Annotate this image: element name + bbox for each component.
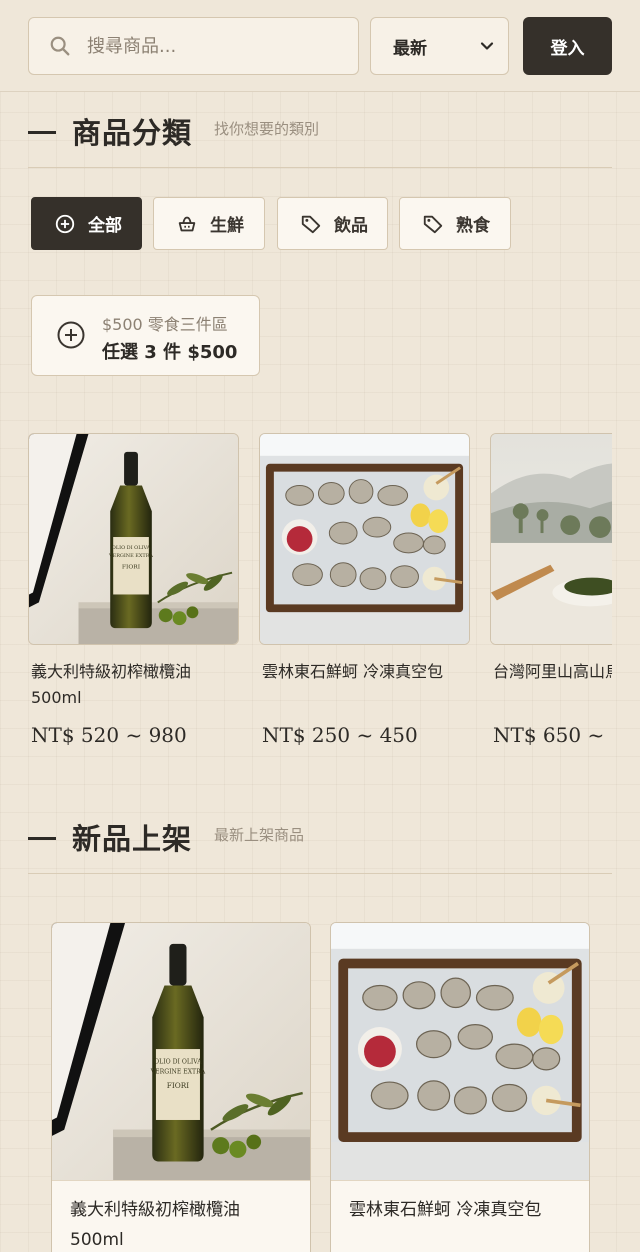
categories-section-header: 商品分類 找你想要的類別 <box>28 108 612 168</box>
product-image-tea <box>490 433 612 645</box>
search-input[interactable] <box>87 35 337 57</box>
search-icon <box>50 36 70 56</box>
product-price: NT$ 520 ~ 980 <box>31 723 187 747</box>
product-price: NT$ 250 ~ 450 <box>262 723 418 747</box>
product-carousel[interactable]: 義大利特級初榨橄欖油 500ml NT$ 520 ~ 980 雲林東石鮮蚵 冷凍… <box>28 433 612 763</box>
product-image-oysters <box>259 433 470 645</box>
product-name: 義大利特級初榨橄欖油 500ml <box>70 1200 240 1250</box>
product-card[interactable]: 台灣阿里山高山烏龍茶 150g NT$ 650 ~ 780 <box>490 433 612 747</box>
product-image-oysters <box>331 923 589 1181</box>
product-price: NT$ 650 ~ 780 <box>493 723 612 747</box>
chip-label: 全部 <box>88 216 122 236</box>
product-card[interactable]: 義大利特級初榨橄欖油 500ml NT$ 520 ~ 980 <box>28 433 239 747</box>
new-product-card[interactable]: 義大利特級初榨橄欖油 500ml <box>51 922 311 1252</box>
category-chip-drinks[interactable]: 飲品 <box>277 197 388 250</box>
section-subtitle: 最新上架商品 <box>214 826 305 844</box>
chevron-down-icon <box>480 42 494 50</box>
login-button[interactable]: 登入 <box>523 17 612 75</box>
chip-label: 生鮮 <box>210 216 244 236</box>
section-dash <box>28 131 56 134</box>
product-card[interactable]: 雲林東石鮮蚵 冷凍真空包 NT$ 250 ~ 450 <box>259 433 470 747</box>
section-title: 商品分類 <box>72 116 193 150</box>
tag-icon <box>301 215 321 233</box>
product-name: 雲林東石鮮蚵 冷凍真空包 <box>349 1200 542 1220</box>
category-chip-fresh[interactable]: 生鮮 <box>153 197 265 250</box>
bundle-promo-card[interactable]: $500 零食三件區 任選 3 件 $500 <box>31 295 260 376</box>
sort-select[interactable]: 最新 <box>370 17 509 75</box>
product-name: 雲林東石鮮蚵 冷凍真空包 <box>262 662 444 681</box>
section-subtitle: 找你想要的類別 <box>214 120 320 138</box>
product-name: 台灣阿里山高山烏龍茶 150g <box>493 662 612 681</box>
product-image-olive-oil <box>52 923 310 1181</box>
sort-selected-value: 最新 <box>393 38 427 59</box>
plus-circle-icon <box>57 321 85 349</box>
product-image-olive-oil <box>28 433 239 645</box>
section-dash <box>28 837 56 840</box>
chip-label: 熟食 <box>456 216 490 236</box>
search-box[interactable] <box>28 17 359 75</box>
bundle-title: 任選 3 件 $500 <box>102 342 238 363</box>
new-arrivals-section-header: 新品上架 最新上架商品 <box>28 814 612 874</box>
category-chip-cooked[interactable]: 熟食 <box>399 197 511 250</box>
new-product-card[interactable]: 雲林東石鮮蚵 冷凍真空包 <box>330 922 590 1252</box>
chip-label: 飲品 <box>334 216 368 236</box>
basket-icon <box>178 216 196 231</box>
bundle-subtitle: $500 零食三件區 <box>102 315 228 334</box>
category-chip-all[interactable]: 全部 <box>31 197 142 250</box>
section-title: 新品上架 <box>72 822 193 856</box>
product-name: 義大利特級初榨橄欖油 500ml <box>31 662 192 707</box>
plus-circle-icon <box>55 214 75 233</box>
top-bar: 最新 登入 <box>0 0 640 92</box>
tag-icon <box>423 215 443 233</box>
